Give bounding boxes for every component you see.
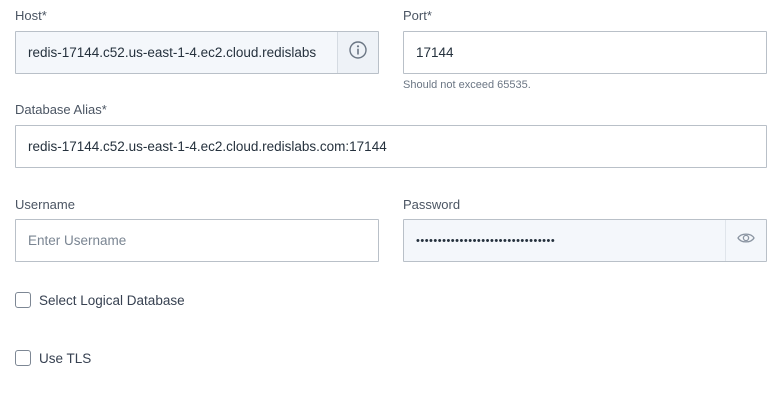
username-label: Username — [15, 197, 75, 212]
host-label: Host* — [15, 8, 47, 23]
tls-checkbox[interactable] — [15, 350, 31, 366]
username-input[interactable] — [16, 220, 378, 261]
alias-field — [15, 125, 767, 168]
password-field — [403, 219, 767, 262]
port-field — [403, 31, 767, 74]
port-input[interactable] — [404, 32, 766, 73]
username-field — [15, 219, 379, 262]
host-input[interactable] — [16, 32, 337, 73]
logical-db-label: Select Logical Database — [39, 292, 185, 308]
port-help-text: Should not exceed 65535. — [403, 79, 531, 91]
password-input[interactable] — [404, 220, 725, 261]
alias-label: Database Alias* — [15, 102, 107, 117]
port-label: Port* — [403, 8, 432, 23]
password-visibility-toggle[interactable] — [725, 220, 766, 261]
tls-label: Use TLS — [39, 350, 92, 366]
host-field — [15, 31, 379, 74]
eye-icon — [737, 231, 755, 250]
logical-db-checkbox[interactable] — [15, 292, 31, 308]
info-icon — [348, 40, 368, 65]
alias-input[interactable] — [16, 126, 766, 167]
host-info-button[interactable] — [337, 32, 378, 73]
logical-db-option[interactable]: Select Logical Database — [15, 292, 185, 308]
password-label: Password — [403, 197, 461, 212]
tls-option[interactable]: Use TLS — [15, 350, 91, 366]
